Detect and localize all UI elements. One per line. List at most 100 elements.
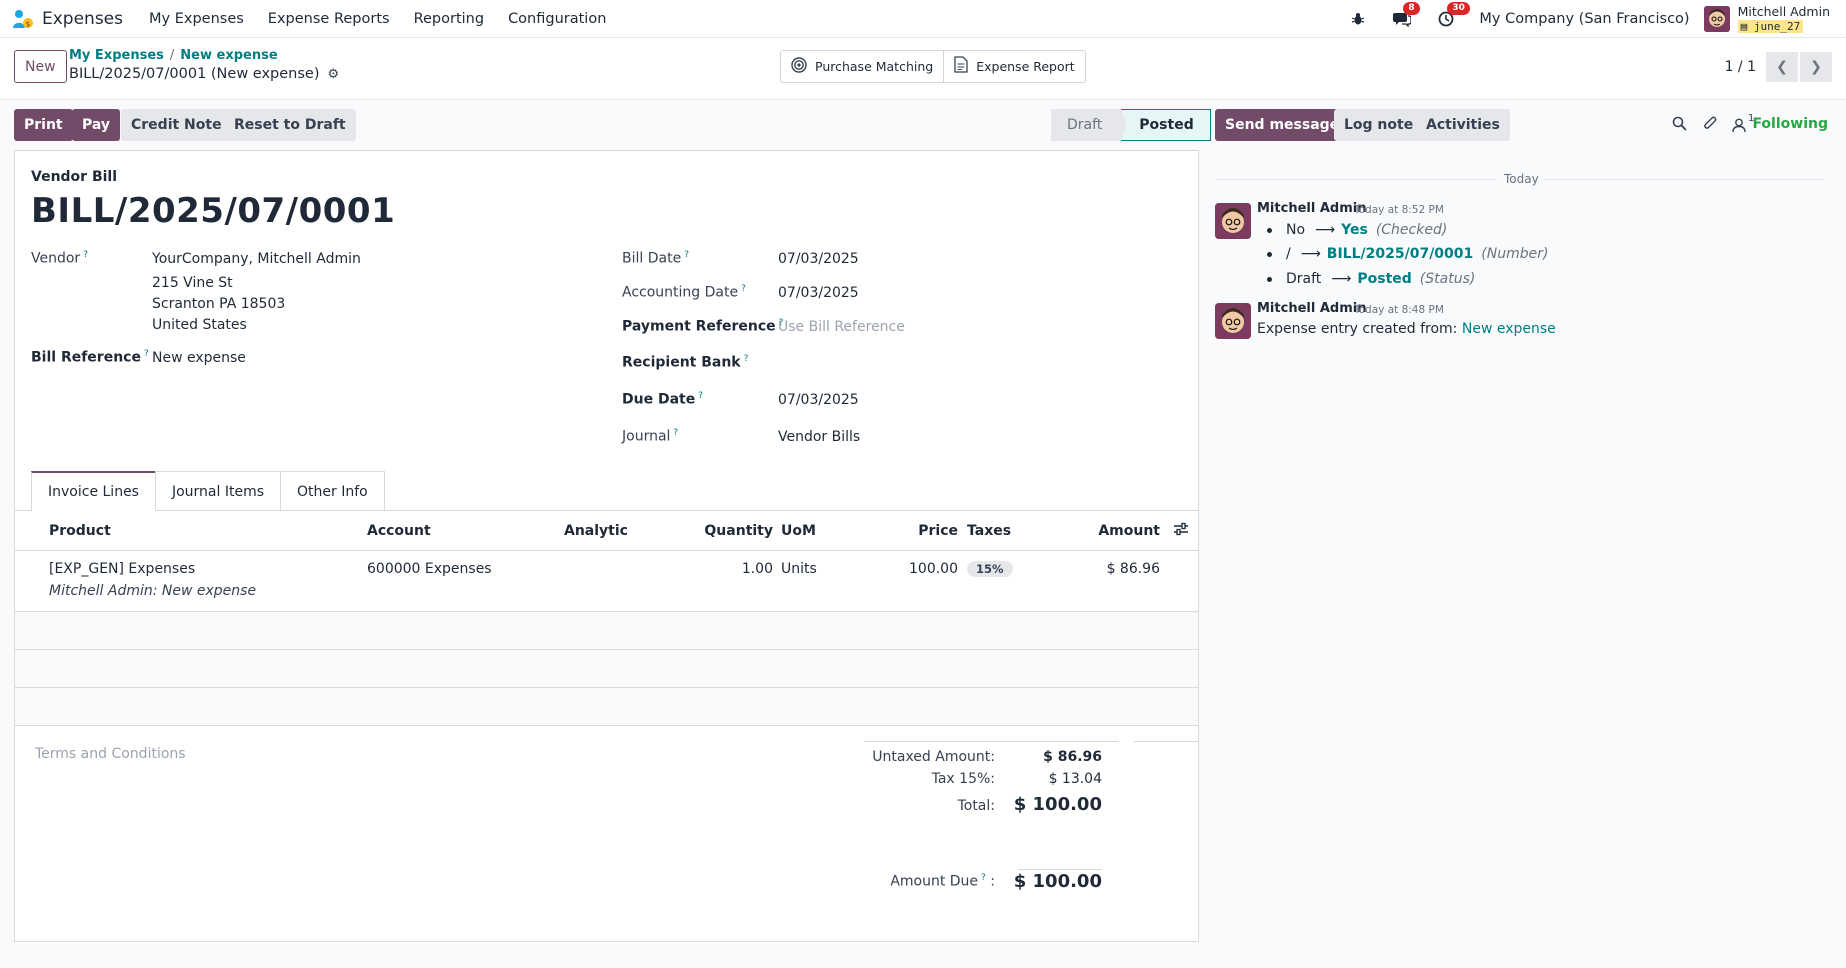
search-icon[interactable] [1672, 116, 1687, 135]
line-product[interactable]: [EXP_GEN] Expenses [49, 561, 195, 577]
line-account[interactable]: 600000 Expenses [367, 561, 492, 577]
column-amount[interactable]: Amount [1065, 523, 1160, 539]
due-date-label: Due Date? [622, 391, 703, 408]
recipient-bank-field[interactable] [778, 354, 1028, 372]
message-author-avatar[interactable] [1215, 203, 1251, 239]
target-icon [791, 56, 807, 77]
gear-icon[interactable]: ⚙ [328, 67, 340, 82]
amount-due-label: Amount Due? : [890, 873, 995, 890]
due-date-field[interactable]: 07/03/2025 [778, 392, 859, 408]
date-separator: Today [1215, 172, 1823, 186]
control-panel: New My Expenses / New expense BILL/2025/07… [0, 38, 1846, 100]
print-button[interactable]: Print [14, 109, 73, 141]
message-time: Today at 8:48 PM [1354, 304, 1444, 316]
following-button[interactable]: Following [1752, 116, 1828, 132]
tracking-change: / ⟶ BILL/2025/07/0001 (Number) [1267, 246, 1548, 262]
pay-button[interactable]: Pay [72, 109, 121, 141]
amount-due-divider [1018, 869, 1102, 870]
credit-note-button[interactable]: Credit Note [121, 109, 232, 141]
total-value: $ 100.00 [1013, 794, 1102, 815]
column-uom[interactable]: UoM [781, 523, 816, 539]
untaxed-amount-value: $ 86.96 [1043, 749, 1102, 765]
chatter-toolbar: 1 [1672, 109, 1754, 141]
column-account[interactable]: Account [367, 523, 431, 539]
journal-field[interactable]: Vendor Bills [778, 429, 860, 445]
message-author[interactable]: Mitchell Admin [1257, 301, 1366, 316]
activities-clock-icon[interactable]: 30 [1435, 2, 1470, 30]
bug-icon[interactable] [1347, 8, 1369, 30]
paperclip-icon[interactable] [1703, 115, 1718, 135]
menu-expense-reports[interactable]: Expense Reports [256, 11, 402, 27]
purchase-matching-button[interactable]: Purchase Matching [781, 51, 943, 82]
vendor-label: Vendor? [31, 250, 88, 267]
invoice-lines-header: Product Account Analytic Quantity UoM Pr… [15, 511, 1198, 551]
status-posted[interactable]: Posted [1116, 109, 1211, 141]
terms-and-conditions-field[interactable]: Terms and Conditions [35, 746, 186, 762]
accounting-date-field[interactable]: 07/03/2025 [778, 285, 859, 301]
document-icon [954, 56, 968, 77]
message-author-avatar[interactable] [1215, 303, 1251, 339]
optional-columns-icon[interactable] [1173, 521, 1189, 541]
record-name: BILL/2025/07/0001 (New expense) [69, 66, 320, 82]
followers-icon[interactable]: 1 [1732, 113, 1754, 133]
main-menu: My Expenses Expense Reports Reporting Co… [137, 11, 618, 27]
expenses-app-icon[interactable]: $ [12, 8, 34, 30]
app-name[interactable]: Expenses [42, 9, 123, 29]
totals-divider [864, 741, 1119, 742]
status-draft[interactable]: Draft [1051, 109, 1127, 141]
pager-value[interactable]: 1 / 1 [1725, 59, 1756, 75]
line-tax-badge[interactable]: 15% [967, 561, 1013, 577]
tax-value: $ 13.04 [1048, 771, 1102, 787]
column-taxes[interactable]: Taxes [967, 523, 1011, 539]
date-separator-label: Today [1504, 172, 1539, 186]
log-note-button[interactable]: Log note [1334, 109, 1424, 141]
pager-next-button[interactable]: ❯ [1800, 51, 1832, 82]
message-body-link[interactable]: New expense [1462, 321, 1556, 337]
total-label: Total: [957, 798, 995, 814]
breadcrumb-new-expense[interactable]: New expense [180, 48, 277, 63]
user-name: Mitchell Admin [1737, 3, 1830, 19]
breadcrumb-my-expenses[interactable]: My Expenses [69, 48, 164, 63]
bill-reference-field[interactable]: New expense [152, 350, 246, 366]
purchase-matching-label: Purchase Matching [815, 59, 934, 74]
bill-date-field[interactable]: 07/03/2025 [778, 251, 859, 267]
tab-other-info[interactable]: Other Info [280, 471, 385, 511]
line-quantity[interactable]: 1.00 [695, 561, 773, 577]
column-price[interactable]: Price [895, 523, 958, 539]
payment-reference-field[interactable]: Use Bill Reference [778, 319, 905, 335]
form-sheet: Vendor Bill BILL/2025/07/0001 Vendor? Yo… [14, 150, 1199, 942]
menu-configuration[interactable]: Configuration [496, 11, 618, 27]
journal-label: Journal? [622, 428, 679, 445]
message-body: Expense entry created from: New expense [1257, 321, 1556, 337]
database-name-badge: ▤ june_27 [1737, 19, 1804, 33]
vendor-field[interactable]: YourCompany, Mitchell Admin [152, 251, 361, 267]
column-analytic[interactable]: Analytic [564, 523, 628, 539]
amount-due-value: $ 100.00 [1013, 871, 1102, 892]
new-button[interactable]: New [14, 50, 67, 83]
systray: 8 30 My Company (San Francisco) Mitchell… [1347, 0, 1846, 38]
menu-reporting[interactable]: Reporting [402, 11, 497, 27]
top-navbar: $ Expenses My Expenses Expense Reports R… [0, 0, 1846, 38]
line-uom[interactable]: Units [781, 561, 817, 577]
bill-reference-label: Bill Reference? [31, 349, 149, 366]
activities-button[interactable]: Activities [1416, 109, 1510, 141]
reset-to-draft-button[interactable]: Reset to Draft [224, 109, 356, 141]
menu-my-expenses[interactable]: My Expenses [137, 11, 256, 27]
messages-count-badge: 8 [1403, 2, 1420, 15]
tab-invoice-lines[interactable]: Invoice Lines [31, 471, 156, 511]
recipient-bank-label: Recipient Bank? [622, 354, 749, 371]
user-menu[interactable]: Mitchell Admin ▤ june_27 [1703, 3, 1830, 34]
line-description[interactable]: Mitchell Admin: New expense [49, 583, 256, 599]
send-message-button[interactable]: Send message [1215, 109, 1350, 141]
chevron-left-icon: ❮ [1776, 58, 1788, 75]
message-author[interactable]: Mitchell Admin [1257, 201, 1366, 216]
company-switcher[interactable]: My Company (San Francisco) [1479, 11, 1689, 27]
line-price[interactable]: 100.00 [895, 561, 958, 577]
messages-icon[interactable]: 8 [1391, 2, 1420, 30]
table-row[interactable]: [EXP_GEN] Expenses Mitchell Admin: New e… [15, 551, 1198, 612]
column-product[interactable]: Product [49, 523, 111, 539]
tab-journal-items[interactable]: Journal Items [154, 471, 282, 511]
pager-previous-button[interactable]: ❮ [1766, 51, 1798, 82]
column-quantity[interactable]: Quantity [695, 523, 773, 539]
expense-report-button[interactable]: Expense Report [943, 51, 1084, 82]
